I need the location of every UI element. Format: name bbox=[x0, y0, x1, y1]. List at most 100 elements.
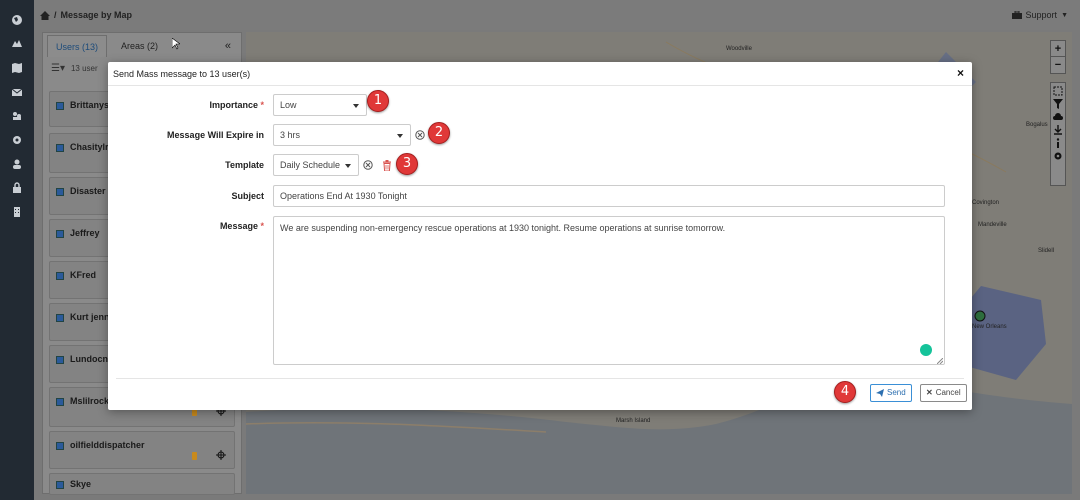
map-label: Covington bbox=[972, 200, 1000, 206]
building-icon[interactable] bbox=[11, 206, 23, 218]
required-marker: * bbox=[260, 221, 264, 231]
chevron-down-icon: ▼ bbox=[1061, 11, 1068, 19]
lock-icon[interactable] bbox=[11, 182, 23, 194]
modal-header: Send Mass message to 13 user(s) × bbox=[108, 62, 972, 86]
map-label: Marsh Island bbox=[616, 418, 651, 424]
briefcase-icon bbox=[1011, 11, 1022, 19]
list-item[interactable]: oilfielddispatcher bbox=[49, 431, 235, 469]
chevron-down-icon bbox=[353, 104, 359, 108]
checkbox[interactable] bbox=[56, 230, 64, 238]
checkbox[interactable] bbox=[56, 314, 64, 322]
message-textarea[interactable]: We are suspending non-emergency rescue o… bbox=[273, 216, 945, 365]
modal-footer-divider bbox=[116, 378, 964, 379]
globe-icon[interactable] bbox=[11, 14, 23, 26]
gear-icon[interactable] bbox=[11, 134, 23, 146]
cancel-button[interactable]: ✕ Cancel bbox=[920, 384, 967, 402]
download-icon[interactable] bbox=[1053, 125, 1063, 135]
list-header: ☰▾ 13 user bbox=[51, 63, 98, 74]
callout-badge-1: 1 bbox=[367, 90, 389, 112]
top-bar: / Message by Map Support ▼ bbox=[34, 0, 1080, 30]
map-icon[interactable] bbox=[11, 62, 23, 74]
list-menu-icon[interactable]: ☰▾ bbox=[51, 63, 65, 74]
home-icon[interactable] bbox=[40, 10, 50, 20]
send-label: Send bbox=[887, 388, 906, 397]
template-select[interactable]: Daily Schedule bbox=[273, 154, 359, 176]
clear-template-icon[interactable] bbox=[363, 160, 373, 170]
required-marker: * bbox=[260, 100, 264, 110]
importance-value: Low bbox=[280, 100, 297, 110]
subject-label: Subject bbox=[231, 191, 264, 201]
zoom-out-button[interactable]: − bbox=[1051, 57, 1065, 73]
envelope-icon[interactable] bbox=[11, 86, 23, 98]
importance-select[interactable]: Low bbox=[273, 94, 367, 116]
map-pin-icon[interactable] bbox=[11, 38, 23, 50]
user-name: oilfielddispatcher bbox=[70, 440, 145, 450]
send-button[interactable]: Send bbox=[870, 384, 912, 402]
paper-plane-icon bbox=[876, 389, 884, 397]
user-name: Mslilrock bbox=[70, 396, 110, 406]
checkbox[interactable] bbox=[56, 442, 64, 450]
importance-label: Importance * bbox=[209, 100, 264, 110]
callout-badge-3: 3 bbox=[396, 153, 418, 175]
message-label: Message * bbox=[219, 221, 264, 231]
resize-handle-icon[interactable] bbox=[937, 358, 943, 364]
crosshair-icon[interactable] bbox=[216, 450, 226, 460]
expire-value: 3 hrs bbox=[280, 130, 301, 140]
select-area-icon[interactable] bbox=[1053, 86, 1063, 96]
map-label: New Orleans bbox=[972, 324, 1007, 330]
expire-select[interactable]: 3 hrs bbox=[273, 124, 411, 146]
modal-title: Send Mass message to 13 user(s) bbox=[113, 69, 251, 79]
list-item[interactable]: Skye bbox=[49, 473, 235, 495]
checkbox[interactable] bbox=[56, 272, 64, 280]
clear-expire-icon[interactable] bbox=[415, 130, 425, 140]
close-icon: ✕ bbox=[926, 388, 933, 397]
cloud-icon[interactable] bbox=[1053, 112, 1063, 122]
user-name: Jeffrey bbox=[70, 228, 100, 238]
checkbox[interactable] bbox=[56, 188, 64, 196]
trash-icon[interactable] bbox=[382, 160, 392, 171]
checkbox[interactable] bbox=[56, 102, 64, 110]
user-name: Lundocno bbox=[70, 354, 114, 364]
support-dropdown[interactable]: Support ▼ bbox=[1011, 10, 1068, 20]
tab-areas[interactable]: Areas (2) bbox=[113, 35, 166, 57]
chevron-down-icon bbox=[397, 134, 403, 138]
grammarly-icon[interactable] bbox=[920, 344, 932, 356]
gear-icon[interactable] bbox=[1053, 151, 1063, 161]
mouse-cursor-icon bbox=[172, 38, 180, 50]
cancel-label: Cancel bbox=[935, 388, 961, 397]
collapse-panel-icon[interactable]: « bbox=[225, 40, 231, 52]
mass-message-modal: Send Mass message to 13 user(s) × Import… bbox=[108, 62, 972, 410]
support-label: Support bbox=[1025, 10, 1058, 20]
checkbox[interactable] bbox=[56, 398, 64, 406]
tab-users[interactable]: Users (13) bbox=[47, 35, 108, 57]
map-toolbar bbox=[1050, 82, 1066, 186]
phone-icon bbox=[192, 452, 197, 460]
user-icon[interactable] bbox=[11, 158, 23, 170]
map-label: Slidell bbox=[1038, 248, 1055, 254]
user-name: KFred bbox=[70, 270, 97, 280]
user-name: Chasitylr bbox=[70, 142, 109, 152]
icon-rail bbox=[0, 0, 34, 500]
checkbox[interactable] bbox=[56, 144, 64, 152]
checkbox[interactable] bbox=[56, 356, 64, 364]
subject-input[interactable]: Operations End At 1930 Tonight bbox=[273, 185, 945, 207]
template-value: Daily Schedule bbox=[280, 160, 341, 170]
list-count: 13 user bbox=[70, 64, 98, 73]
message-text: We are suspending non-emergency rescue o… bbox=[280, 223, 726, 233]
checkbox[interactable] bbox=[56, 481, 64, 489]
map-label: Bogalus bbox=[1026, 122, 1048, 128]
callout-badge-2: 2 bbox=[428, 122, 450, 144]
users-group-icon[interactable] bbox=[11, 110, 23, 122]
filter-icon[interactable] bbox=[1053, 99, 1063, 109]
close-icon[interactable]: × bbox=[957, 66, 964, 80]
user-name: Brittanys bbox=[70, 100, 110, 110]
callout-badge-4: 4 bbox=[834, 381, 856, 403]
zoom-control: + − bbox=[1050, 40, 1066, 74]
chevron-down-icon bbox=[345, 164, 351, 168]
user-name: Kurt jenn bbox=[70, 312, 110, 322]
zoom-in-button[interactable]: + bbox=[1051, 41, 1065, 57]
panel-tabs: Users (13) Areas (2) « bbox=[43, 35, 243, 57]
map-label: Woodville bbox=[726, 46, 752, 52]
info-icon[interactable] bbox=[1053, 138, 1063, 148]
breadcrumb-current: Message by Map bbox=[60, 10, 133, 20]
